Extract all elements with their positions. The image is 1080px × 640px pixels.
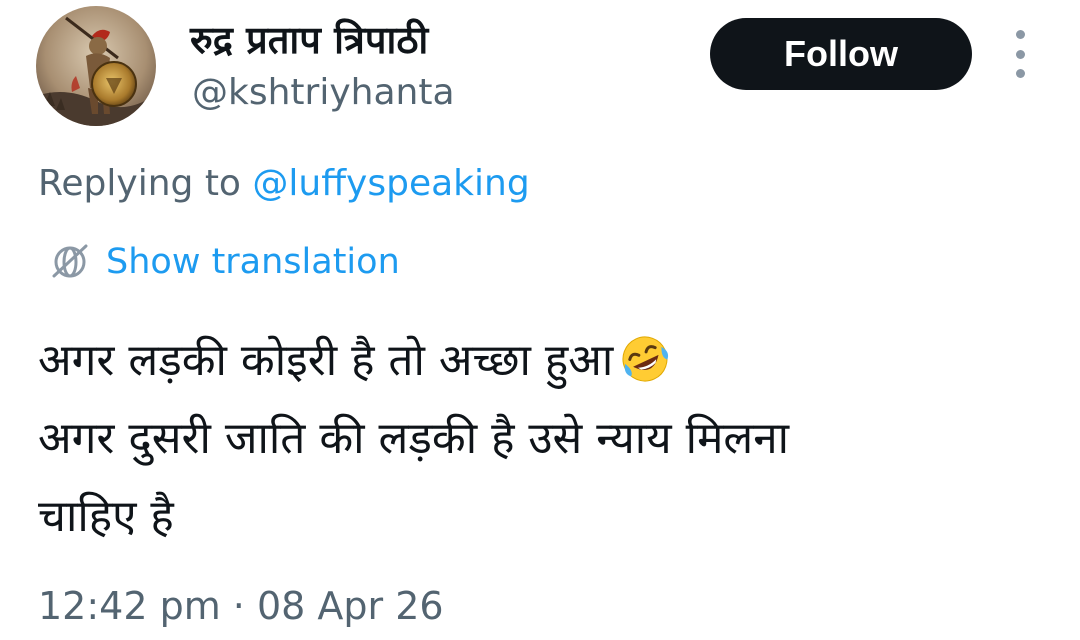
globe-icon (52, 244, 88, 278)
tweet-text: अगर लड़की कोइरी है तो अच्छा हुआ अगर दुसर… (38, 322, 1048, 556)
tweet-text-line-2: अगर दुसरी जाति की लड़की है उसे न्याय मिल… (38, 413, 790, 464)
tweet-timestamp[interactable]: 12:42 pm · 08 Apr 26 (38, 580, 444, 632)
tweet-text-line-1: अगर लड़की कोइरी है तो अच्छा हुआ (38, 335, 614, 386)
more-vertical-icon-dot (1015, 49, 1025, 59)
rolling-on-the-floor-laughing-emoji (622, 336, 669, 382)
tweet-text-line: अगर लड़की कोइरी है तो अच्छा हुआ (38, 322, 1048, 400)
replying-to-mention[interactable]: @luffyspeaking (252, 163, 529, 204)
spartan-warrior-avatar (36, 6, 156, 126)
avatar[interactable] (36, 6, 156, 126)
more-vertical-icon-dot (1015, 69, 1025, 78)
show-translation-label: Show translation (106, 242, 400, 282)
more-vertical-icon (1015, 30, 1025, 39)
follow-button[interactable]: Follow (710, 18, 972, 90)
more-options-button[interactable] (1000, 30, 1040, 78)
author-display-name[interactable]: रुद्र प्रताप त्रिपाठी (190, 14, 428, 66)
replying-to: Replying to @luffyspeaking (38, 158, 530, 210)
author-handle[interactable]: @kshtriyhanta (192, 68, 455, 118)
replying-prefix: Replying to (38, 163, 241, 204)
tweet-text-line-3: चाहिए है (38, 491, 174, 542)
show-translation-button[interactable]: Show translation (48, 236, 400, 288)
tweet-card: रुद्र प्रताप त्रिपाठी @kshtriyhanta Foll… (0, 0, 1080, 640)
